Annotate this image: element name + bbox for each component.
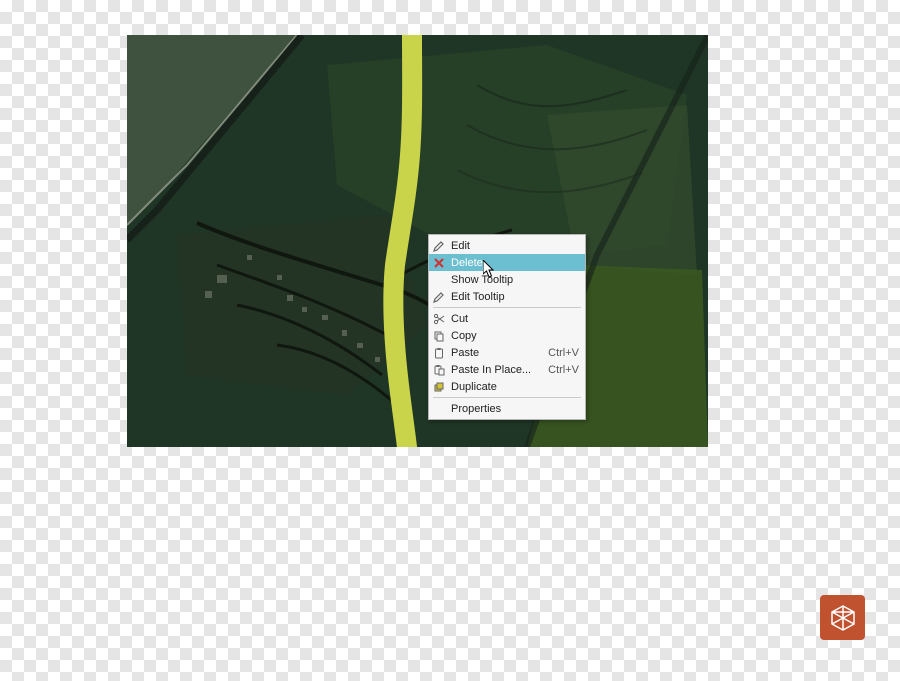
menu-item-delete[interactable]: Delete — [429, 254, 585, 271]
menu-item-edit-tooltip[interactable]: Edit Tooltip — [429, 288, 585, 305]
menu-item-label: Paste In Place... — [451, 364, 544, 376]
copy-icon — [431, 328, 447, 344]
menu-item-cut[interactable]: Cut — [429, 310, 585, 327]
no-icon — [431, 401, 447, 417]
duplicate-icon — [431, 379, 447, 395]
scissors-icon — [431, 311, 447, 327]
menu-separator — [433, 397, 581, 398]
menu-item-shortcut: Ctrl+V — [548, 364, 579, 376]
menu-item-label: Show Tooltip — [451, 274, 579, 286]
menu-item-label: Edit — [451, 240, 579, 252]
menu-item-copy[interactable]: Copy — [429, 327, 585, 344]
menu-item-show-tooltip[interactable]: Show Tooltip — [429, 271, 585, 288]
menu-item-duplicate[interactable]: Duplicate — [429, 378, 585, 395]
pencil-icon — [431, 289, 447, 305]
menu-item-paste-in-place[interactable]: Paste In Place... Ctrl+V — [429, 361, 585, 378]
menu-item-label: Edit Tooltip — [451, 291, 579, 303]
menu-item-label: Paste — [451, 347, 544, 359]
app-logo — [820, 595, 865, 640]
delete-icon — [431, 255, 447, 271]
menu-item-shortcut: Ctrl+V — [548, 347, 579, 359]
menu-item-label: Duplicate — [451, 381, 579, 393]
menu-item-label: Properties — [451, 403, 579, 415]
context-menu: Edit Delete Show Tooltip Edit Tooltip Cut Cop… — [428, 234, 586, 420]
paste-icon — [431, 345, 447, 361]
menu-item-paste[interactable]: Paste Ctrl+V — [429, 344, 585, 361]
3d-viewport[interactable] — [127, 35, 708, 447]
paste-in-place-icon — [431, 362, 447, 378]
no-icon — [431, 272, 447, 288]
menu-item-properties[interactable]: Properties — [429, 400, 585, 417]
menu-item-edit[interactable]: Edit — [429, 237, 585, 254]
menu-item-label: Delete — [451, 257, 579, 269]
menu-item-label: Cut — [451, 313, 579, 325]
pencil-icon — [431, 238, 447, 254]
menu-item-label: Copy — [451, 330, 579, 342]
menu-separator — [433, 307, 581, 308]
